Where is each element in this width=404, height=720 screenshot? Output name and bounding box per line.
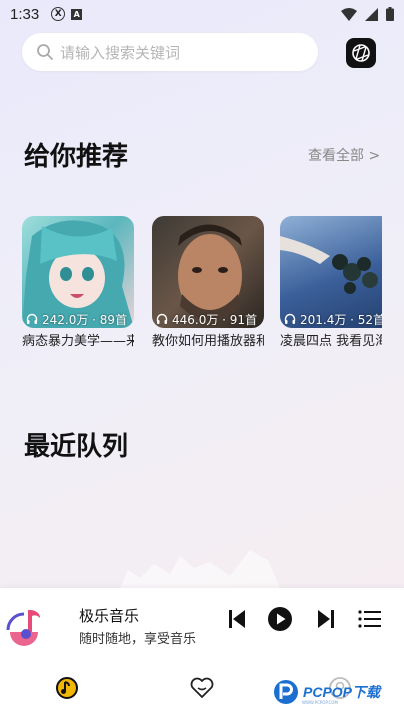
playlist-name: 凌晨四点 我看见海棠花未眠 bbox=[280, 334, 382, 349]
play-icon bbox=[268, 607, 292, 631]
watermark-text: PCPOP下载 bbox=[303, 684, 381, 700]
nav-music-tab[interactable] bbox=[53, 674, 81, 702]
background-decoration bbox=[120, 550, 280, 588]
player-title: 极乐音乐 bbox=[79, 607, 140, 625]
status-bar: 1:33 X A bbox=[0, 0, 404, 28]
playlist-cover: 201.4万 · 52首 bbox=[280, 216, 382, 328]
headphones-icon bbox=[26, 313, 38, 324]
playlist-stat: 242.0万 · 89首 bbox=[26, 310, 127, 328]
wifi-icon bbox=[341, 7, 357, 21]
settings-button[interactable] bbox=[346, 38, 376, 68]
pcpop-logo-icon bbox=[274, 680, 298, 704]
status-system-icons bbox=[341, 7, 394, 21]
recommend-section-title: 给你推荐 bbox=[24, 142, 129, 172]
next-button[interactable] bbox=[313, 606, 339, 632]
playlist-stat: 201.4万 · 52首 bbox=[284, 310, 382, 328]
watermark-logo: PCPOP下载 WWW.PCPOP.COM bbox=[272, 676, 380, 708]
watermark-subtext: WWW.PCPOP.COM bbox=[302, 700, 338, 705]
battery-icon bbox=[386, 7, 394, 21]
playlist-name: 教你如何用播放器和室友断绝关系 bbox=[152, 334, 264, 349]
headphones-icon bbox=[284, 313, 296, 324]
recommend-card-list[interactable]: 242.0万 · 89首 病态暴力美学——来自于邪恶的艺术 446.0万 · 9… bbox=[22, 216, 382, 366]
skip-next-icon bbox=[318, 610, 334, 628]
music-disc-icon bbox=[56, 677, 78, 699]
playlist-stat: 446.0万 · 91首 bbox=[156, 310, 257, 328]
list-icon bbox=[358, 610, 381, 628]
previous-button[interactable] bbox=[224, 606, 250, 632]
search-input[interactable]: 请输入搜索关键词 bbox=[22, 33, 318, 71]
playlist-card[interactable]: 446.0万 · 91首 教你如何用播放器和室友断绝关系 bbox=[152, 216, 264, 366]
skip-previous-icon bbox=[229, 610, 245, 628]
aperture-icon bbox=[352, 44, 370, 62]
playlist-card[interactable]: 242.0万 · 89首 病态暴力美学——来自于邪恶的艺术 bbox=[22, 216, 134, 366]
status-notification-icons: X A bbox=[51, 7, 83, 21]
heart-icon bbox=[190, 677, 214, 698]
app-logo-icon bbox=[6, 610, 40, 646]
playlist-stat-text: 446.0万 · 91首 bbox=[172, 312, 258, 327]
play-button[interactable] bbox=[267, 606, 293, 632]
mini-player[interactable]: 极乐音乐 随时随地，享受音乐 bbox=[0, 588, 404, 660]
notification-a-icon: A bbox=[71, 8, 83, 20]
search-placeholder: 请输入搜索关键词 bbox=[60, 43, 181, 62]
playlist-queue-button[interactable] bbox=[357, 606, 383, 632]
playlist-card[interactable]: 201.4万 · 52首 凌晨四点 我看见海棠花未眠 bbox=[280, 216, 382, 366]
playlist-name: 病态暴力美学——来自于邪恶的艺术 bbox=[22, 334, 134, 349]
status-time: 1:33 bbox=[10, 5, 40, 23]
playlist-cover: 242.0万 · 89首 bbox=[22, 216, 134, 328]
nav-favorites-tab[interactable] bbox=[188, 674, 216, 702]
view-all-link[interactable]: 查看全部 > bbox=[308, 145, 380, 165]
playlist-stat-text: 242.0万 · 89首 bbox=[42, 312, 128, 327]
player-subtitle: 随时随地，享受音乐 bbox=[79, 632, 197, 647]
playlist-stat-text: 201.4万 · 52首 bbox=[300, 312, 382, 327]
signal-icon bbox=[365, 7, 378, 21]
search-icon bbox=[37, 44, 53, 60]
notification-x-icon: X bbox=[51, 7, 66, 21]
headphones-icon bbox=[156, 313, 168, 324]
playlist-cover: 446.0万 · 91首 bbox=[152, 216, 264, 328]
queue-section-title: 最近队列 bbox=[24, 432, 129, 462]
